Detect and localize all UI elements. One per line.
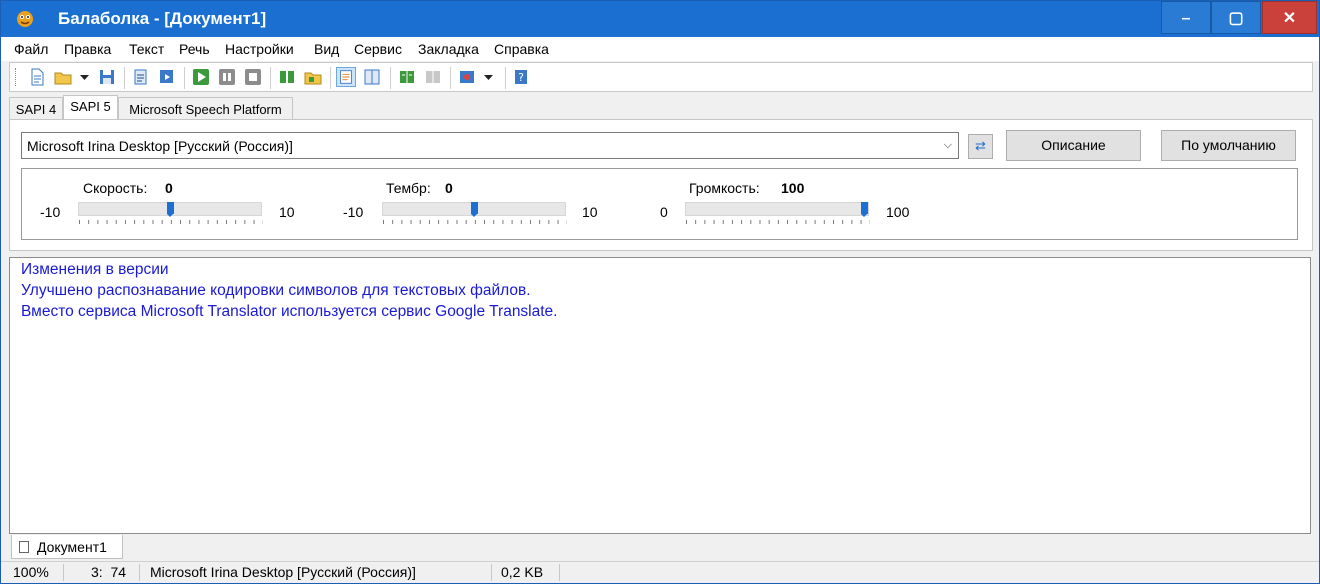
save-icon[interactable] — [97, 67, 117, 87]
volume-slider-thumb[interactable] — [861, 202, 868, 217]
text-editor[interactable]: Изменения в версии Улучшено распознавани… — [9, 257, 1311, 534]
rate-max: 10 — [279, 204, 295, 220]
toolbar: ? — [9, 62, 1313, 92]
maximize-button[interactable]: ▢ — [1211, 1, 1261, 34]
editor-line: Улучшено распознавание кодировки символо… — [21, 282, 531, 299]
close-icon: ✕ — [1282, 10, 1297, 27]
status-separator — [491, 564, 492, 581]
dictionary-icon[interactable] — [397, 67, 417, 87]
tab-sapi4[interactable]: SAPI 4 — [9, 97, 63, 120]
help-icon[interactable]: ? — [511, 67, 531, 87]
voice-dropdown[interactable]: Microsoft Irina Desktop [Русский (Россия… — [21, 132, 959, 159]
toolbar-separator — [505, 67, 506, 89]
volume-max: 100 — [886, 204, 910, 220]
toolbar-separator — [390, 67, 391, 89]
rate-min: -10 — [40, 204, 61, 220]
rate-slider[interactable] — [78, 202, 262, 217]
status-zoom: 100% — [13, 564, 49, 580]
rate-slider-thumb[interactable] — [167, 202, 174, 217]
window-title: Балаболка - [Документ1] — [58, 9, 267, 28]
chevron-down-icon: ⌵ — [943, 139, 952, 151]
status-separator — [139, 564, 140, 581]
document-tab[interactable]: Документ1 — [11, 535, 123, 559]
voice-dropdown-value: Microsoft Irina Desktop [Русский (Россия… — [27, 138, 293, 154]
document-icon — [19, 541, 29, 553]
play-icon[interactable] — [191, 67, 211, 87]
menu-speech[interactable]: Речь — [179, 41, 210, 57]
app-window: Балаболка - [Документ1] – ▢ ✕ Файл Правк… — [0, 0, 1320, 584]
maximize-icon: ▢ — [1228, 10, 1244, 27]
minimize-icon: – — [1181, 10, 1191, 27]
app-logo-icon — [17, 11, 33, 27]
tab-sapi5[interactable]: SAPI 5 — [63, 95, 118, 120]
book-next-icon[interactable] — [277, 67, 297, 87]
toolbar-separator — [184, 67, 185, 89]
status-separator — [63, 564, 64, 581]
document-tab-label: Документ1 — [37, 539, 107, 555]
volume-value: 100 — [781, 180, 805, 196]
voice-settings-panel: Microsoft Irina Desktop [Русский (Россия… — [9, 119, 1313, 251]
pitch-ticks — [383, 220, 567, 224]
menu-help[interactable]: Справка — [494, 41, 549, 57]
pitch-value: 0 — [445, 180, 453, 196]
status-file-size: 0,2 KB — [501, 564, 544, 580]
status-bar: 100% 3: 74 Microsoft Irina Desktop [Русс… — [1, 561, 1319, 583]
svg-text:?: ? — [518, 71, 524, 84]
title-bar[interactable]: Балаболка - [Документ1] – ▢ ✕ — [1, 1, 1319, 37]
toolbar-grip[interactable] — [15, 68, 18, 86]
toolbar-separator — [124, 67, 125, 89]
tab-speech-platform[interactable]: Microsoft Speech Platform — [118, 97, 293, 120]
folder-audio-icon[interactable] — [303, 67, 323, 87]
volume-label: Громкость: — [689, 180, 760, 196]
editor-line: Вместо сервиса Microsoft Translator испо… — [21, 303, 558, 320]
pitch-slider[interactable] — [382, 202, 566, 217]
rate-value: 0 — [165, 180, 173, 196]
menu-bookmark[interactable]: Закладка — [418, 41, 479, 57]
menu-text[interactable]: Текст — [129, 41, 164, 57]
dropdown-arrow-icon[interactable] — [479, 67, 499, 87]
stop-icon[interactable] — [243, 67, 263, 87]
menu-bar: Файл Правка Текст Речь Настройки Вид Сер… — [1, 37, 1319, 61]
menu-edit[interactable]: Правка — [64, 41, 111, 57]
menu-tools[interactable]: Сервис — [354, 41, 402, 57]
read-clipboard-icon[interactable] — [131, 67, 151, 87]
pitch-min: -10 — [343, 204, 364, 220]
new-file-icon[interactable] — [27, 67, 47, 87]
pause-icon[interactable] — [217, 67, 237, 87]
volume-slider[interactable] — [685, 202, 869, 217]
volume-ticks — [686, 220, 870, 224]
refresh-voices-button[interactable]: ⇄ — [968, 134, 993, 159]
save-audio-icon[interactable] — [157, 67, 177, 87]
editor-line: Изменения в версии — [21, 261, 169, 278]
split-text-icon[interactable] — [362, 67, 382, 87]
volume-min: 0 — [660, 204, 668, 220]
pitch-slider-thumb[interactable] — [471, 202, 478, 217]
pitch-max: 10 — [582, 204, 598, 220]
rate-ticks — [79, 220, 263, 224]
minimize-button[interactable]: – — [1161, 1, 1211, 34]
dropdown-arrow-icon[interactable] — [75, 67, 95, 87]
description-button[interactable]: Описание — [1006, 130, 1141, 161]
menu-settings[interactable]: Настройки — [225, 41, 294, 57]
sliders-group: Скорость: 0 -10 10 Тембр: 0 -10 10 Громк… — [21, 168, 1298, 240]
rate-label: Скорость: — [83, 180, 148, 196]
close-button[interactable]: ✕ — [1262, 1, 1317, 34]
status-voice: Microsoft Irina Desktop [Русский (Россия… — [150, 564, 416, 580]
menu-view[interactable]: Вид — [314, 41, 339, 57]
pitch-label: Тембр: — [386, 180, 431, 196]
toolbar-separator — [450, 67, 451, 89]
toolbar-separator — [270, 67, 271, 89]
toolbar-separator — [330, 67, 331, 89]
default-button[interactable]: По умолчанию — [1161, 130, 1296, 161]
open-folder-icon[interactable] — [53, 67, 73, 87]
menu-file[interactable]: Файл — [14, 41, 48, 57]
status-cursor-position: 3: 74 — [91, 564, 127, 580]
notes-icon[interactable] — [336, 67, 356, 87]
status-separator — [559, 564, 560, 581]
bookmark-icon[interactable] — [423, 67, 443, 87]
refresh-icon: ⇄ — [975, 138, 986, 153]
translate-icon[interactable] — [457, 67, 477, 87]
